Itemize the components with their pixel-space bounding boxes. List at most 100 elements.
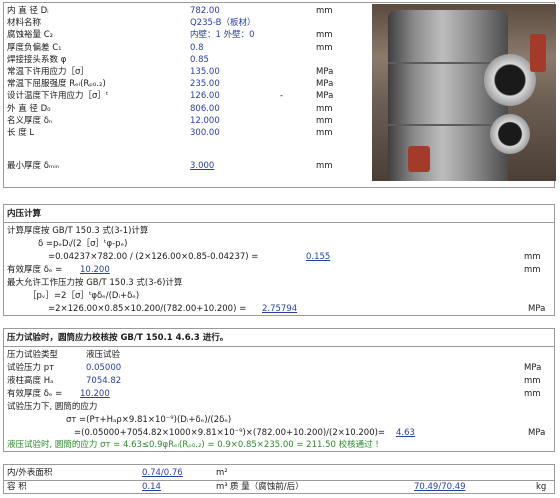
area-label: 内/外表面积 (7, 468, 53, 478)
effective-thickness-row: 有效厚度 δₑ = 10.200 mm (4, 264, 554, 276)
divider (4, 222, 554, 223)
param-label: 设计温度下许用应力［σ］ᵗ (7, 91, 109, 102)
volume-unit: m³ (216, 482, 228, 492)
thickness-formula: δ =pₑDᵢ/(2［σ］ᵗφ-pₑ) (38, 239, 128, 249)
param-unit: mm (316, 103, 333, 114)
param-label: 名义厚度 δₙ (7, 115, 53, 126)
vessel-support (408, 146, 430, 172)
param-value: 806.00 (190, 103, 220, 114)
param-unit: mm (316, 30, 333, 41)
max-pressure-unit: MPa (528, 304, 546, 314)
volume-value: 0.14 (142, 482, 161, 492)
param-value: 12.000 (190, 115, 220, 126)
liquid-height-row: 液柱高度 Hₐ 7054.82 mm (4, 375, 554, 387)
param-label: 常温下许用应力［σ］ (7, 67, 89, 77)
thickness-eval: =0.04237×782.00 / (2×126.00×0.85-0.04237… (48, 252, 259, 262)
stress-eval-row: =(0.05000+7054.82×1000×9.81×10⁻⁹)×(782.0… (4, 427, 554, 439)
design-parameters-panel: 内 直 径 Dᵢ 782.00 mm 材料名称 Q235-B（板材） 腐蚀裕量 C₂ 内壁：… (3, 2, 556, 188)
max-pressure-basis-row: 最大允许工作压力按 GB/T 150.3 式(3-6)计算 (4, 277, 554, 289)
background-equipment (530, 34, 546, 72)
max-pressure-eval-row: =2×126.00×0.85×10.200/(782.00+10.200) = … (4, 303, 554, 315)
param-value: 126.00 (190, 91, 220, 102)
param-unit: mm (316, 115, 333, 126)
shell-seam (388, 124, 508, 126)
stress-unit: MPa (528, 428, 546, 438)
formula-eval-row: =0.04237×782.00 / (2×126.00×0.85-0.04237… (4, 251, 554, 263)
test-title: 压力试验时，圆筒应力校核按 GB/T 150.1 4.6.3 进行。 (7, 333, 229, 343)
min-thickness-value: 3.000 (190, 161, 215, 171)
stress-result: 4.63 (396, 428, 415, 438)
area-value: 0.74/0.76 (142, 468, 183, 478)
internal-title-row: 内压计算 (4, 208, 554, 220)
test-type-row: 压力试验类型 液压试验 (4, 349, 554, 361)
param-label: 焊接接头系数 φ (7, 54, 67, 65)
param-unit: MPa (316, 67, 334, 77)
basis-row: 计算厚度按 GB/T 150.3 式(3-1)计算 (4, 225, 554, 237)
mass-value: 70.49/70.49 (414, 482, 466, 492)
max-pressure-result: 2.75794 (262, 304, 298, 314)
max-pressure-formula-row: ［pᵥ］=2［σ］ᵗφδₑ/(Dᵢ+δₑ) (4, 290, 554, 302)
formula-row: δ =pₑDᵢ/(2［σ］ᵗφ-pₑ) (4, 238, 554, 250)
test-effective-thickness-label: 有效厚度 δₑ = (7, 389, 63, 399)
test-pressure-value: 0.05000 (86, 363, 122, 373)
param-unit: mm (316, 6, 333, 16)
param-value: 0.85 (190, 54, 209, 65)
param-label: 材料名称 (7, 18, 42, 29)
test-effective-thickness-unit: mm (524, 389, 541, 399)
param-value: 782.00 (190, 6, 220, 16)
test-pressure-row: 试验压力 pᴛ 0.05000 MPa (4, 362, 554, 374)
test-type-value: 液压试验 (86, 350, 121, 360)
min-thickness-label: 最小厚度 δₘᵢₙ (7, 161, 60, 171)
param-value: 内壁：1 外壁：0 (190, 30, 255, 41)
stress-label-row: 试验压力下, 圆筒的应力 (4, 401, 554, 413)
thickness-unit: mm (524, 252, 541, 262)
test-title-row: 压力试验时，圆筒应力校核按 GB/T 150.1 4.6.3 进行。 (4, 332, 554, 344)
vessel-nozzle (490, 114, 530, 154)
test-effective-thickness-value: 10.200 (80, 389, 110, 399)
liquid-height-label: 液柱高度 Hₐ (7, 376, 54, 386)
max-pressure-basis: 最大允许工作压力按 GB/T 150.3 式(3-6)计算 (7, 278, 183, 288)
internal-title: 内压计算 (7, 209, 42, 219)
effective-thickness-unit: mm (524, 265, 541, 275)
vessel-photo (372, 4, 556, 181)
mass-unit: kg (536, 482, 547, 492)
liquid-height-unit: mm (524, 376, 541, 386)
min-thickness-unit: mm (316, 161, 333, 171)
check-row: 液压试验时, 圆筒的应力 σᴛ = 4.63≤0.9φRₑₗ(Rₚ₀.₂) = … (4, 439, 554, 451)
effective-thickness-label: 有效厚度 δₑ = (7, 265, 63, 275)
volume-label: 容 积 (7, 482, 27, 492)
stress-formula-row: σᴛ =(Pᴛ+Hₐρ×9.81×10⁻⁹)(Dᵢ+δₑ)/(2δₑ) (4, 414, 554, 426)
param-value: 0.8 (190, 42, 204, 53)
param-unit: MPa (316, 91, 334, 102)
divider (4, 346, 554, 347)
param-label: 厚度负偏差 C₁ (7, 42, 62, 53)
mass-label: 质 量（腐蚀前/后） (230, 482, 304, 492)
test-pressure-label: 试验压力 pᴛ (7, 363, 55, 373)
volume-row: 容 积 0.14 m³ 质 量（腐蚀前/后） 70.49/70.49 kg (4, 481, 554, 493)
param-label: 腐蚀裕量 C₂ (7, 30, 54, 41)
param-label: 常温下屈服强度 Rₑₗ(Rₚ₀.₂) (7, 79, 106, 90)
param-value: 300.00 (190, 128, 220, 138)
param-value: 135.00 (190, 67, 220, 77)
liquid-height-value: 7054.82 (86, 376, 122, 386)
test-effective-thickness-row: 有效厚度 δₑ = 10.200 mm (4, 388, 554, 400)
area-row: 内/外表面积 0.74/0.76 m² (4, 467, 554, 479)
thickness-result: 0.155 (306, 252, 331, 262)
test-type-label: 压力试验类型 (7, 350, 59, 360)
internal-pressure-panel: 内压计算 计算厚度按 GB/T 150.3 式(3-1)计算 δ =pₑDᵢ/(… (3, 204, 555, 316)
max-pressure-formula: ［pᵥ］=2［σ］ᵗφδₑ/(Dᵢ+δₑ) (28, 291, 140, 301)
stress-eval: =(0.05000+7054.82×1000×9.81×10⁻⁹)×(782.0… (74, 428, 386, 438)
param-unit: mm (316, 42, 333, 53)
stress-formula: σᴛ =(Pᴛ+Hₐρ×9.81×10⁻⁹)(Dᵢ+δₑ)/(2δₑ) (66, 415, 232, 425)
pressure-test-panel: 压力试验时，圆筒应力校核按 GB/T 150.1 4.6.3 进行。 压力试验类… (3, 328, 555, 452)
param-label: 内 直 径 Dᵢ (7, 6, 49, 16)
vessel-nozzle (484, 54, 536, 106)
param-value: 235.00 (190, 79, 220, 90)
stress-label: 试验压力下, 圆筒的应力 (7, 402, 98, 412)
summary-panel: 内/外表面积 0.74/0.76 m² 容 积 0.14 m³ 质 量（腐蚀前/… (3, 464, 555, 494)
test-pressure-unit: MPa (524, 363, 542, 373)
basis-text: 计算厚度按 GB/T 150.3 式(3-1)计算 (7, 226, 149, 236)
param-mark: - (280, 91, 284, 102)
max-pressure-eval: =2×126.00×0.85×10.200/(782.00+10.200) = (48, 304, 247, 314)
param-unit: mm (316, 128, 333, 138)
